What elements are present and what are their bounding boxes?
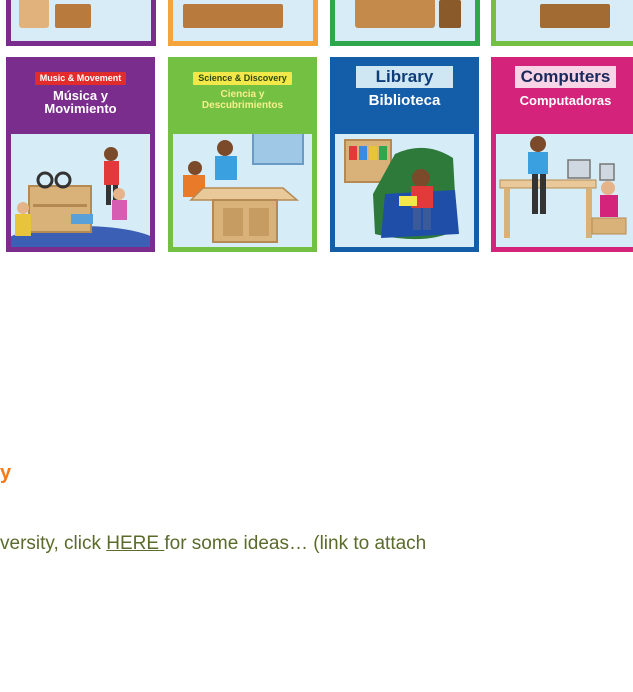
card-title-en: Library: [355, 66, 454, 88]
body-text-after-link: for some ideas… (link to attach: [164, 533, 427, 554]
card-title-es: Computadoras: [519, 93, 612, 108]
card-science-discovery[interactable]: Science & Discovery Ciencia y Descubrimi…: [168, 57, 317, 252]
top-card-1: [6, 0, 156, 46]
card-title-es: Música y Movimiento: [44, 88, 117, 116]
library-scene-svg: [344, 139, 459, 240]
top-card-2: [168, 0, 318, 46]
card-banner: Science & Discovery Ciencia y Descubrimi…: [173, 62, 312, 134]
science-scene-svg: [183, 123, 304, 243]
science-room-illustration: [173, 123, 312, 247]
top-card-3: [330, 0, 480, 46]
body-text-before-link: versity, click: [0, 533, 107, 554]
card-banner: Library Biblioteca: [335, 62, 474, 134]
card-banner: Music & Movement Música y Movimiento: [11, 62, 150, 134]
top-card-2-image: [183, 4, 283, 28]
section-heading: y: [0, 462, 12, 484]
card-library[interactable]: Library Biblioteca: [330, 57, 479, 252]
top-card-1-image-b: [55, 4, 91, 28]
card-title-en: Music & Movement: [34, 72, 127, 85]
top-card-3-image: [355, 0, 435, 28]
here-link[interactable]: HERE: [106, 533, 164, 554]
card-banner: Computers Computadoras: [496, 62, 633, 134]
card-computers[interactable]: Computers Computadoras: [491, 57, 633, 252]
top-cards-row: [0, 0, 633, 50]
card-title-es: Biblioteca: [368, 92, 441, 109]
top-card-3-image-b: [439, 0, 461, 28]
card-title-es: Ciencia y Descubrimientos: [201, 89, 284, 111]
computers-room-illustration: [496, 134, 633, 247]
page: Music & Movement Música y Movimiento Sci…: [0, 0, 633, 692]
card-title-en: Computers: [514, 66, 617, 88]
computers-scene-svg: [499, 136, 627, 238]
music-scene-svg: [11, 147, 150, 247]
top-card-1-image: [19, 0, 49, 28]
top-card-4: [491, 0, 633, 46]
body-paragraph: versity, click HERE for some ideas… (lin…: [0, 533, 426, 555]
card-title-en: Science & Discovery: [193, 72, 292, 85]
card-music-movement[interactable]: Music & Movement Música y Movimiento: [6, 57, 155, 252]
music-room-illustration: [11, 134, 150, 247]
library-room-illustration: [335, 134, 474, 247]
top-card-4-image: [540, 4, 610, 28]
